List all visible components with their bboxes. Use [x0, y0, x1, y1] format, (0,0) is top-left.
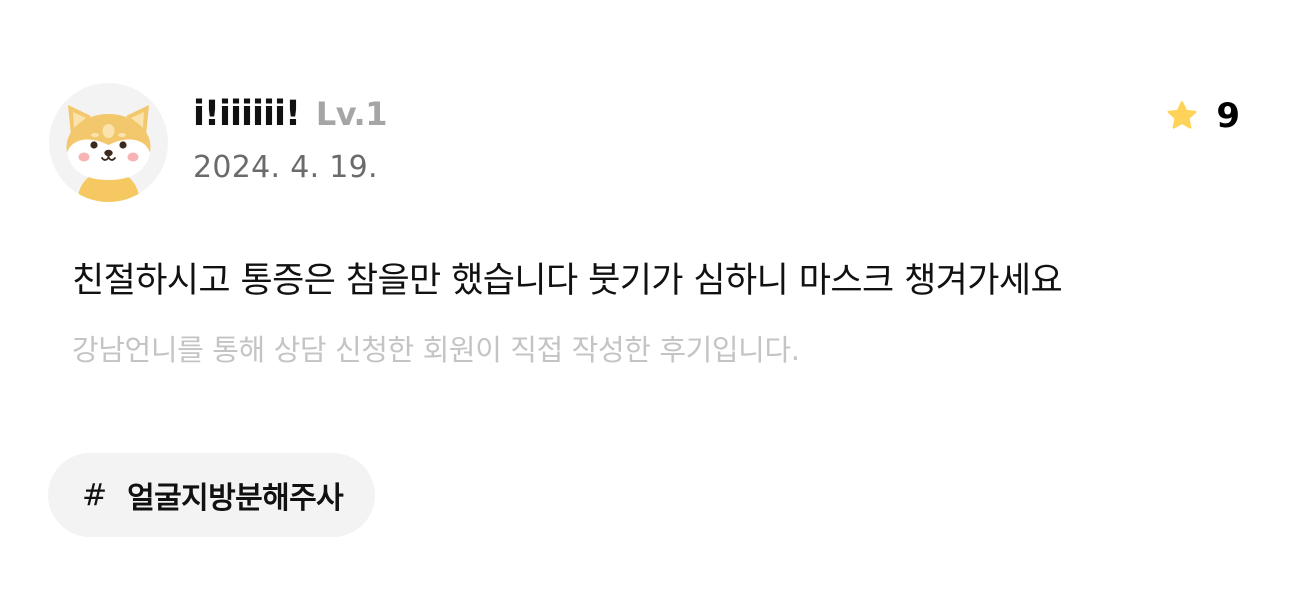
review-date: 2024. 4. 19.: [193, 150, 378, 185]
star-icon: [1167, 101, 1197, 129]
rating-value: 9: [1216, 96, 1240, 136]
user-level-badge: Lv.1: [315, 95, 388, 133]
review-text: 친절하시고 통증은 참을만 했습니다 붓기가 심하니 마스크 챙겨가세요: [72, 261, 1063, 301]
hash-icon: #: [82, 477, 108, 513]
user-avatar[interactable]: [49, 83, 168, 202]
review-card: i!iiiiii! Lv.1 2024. 4. 19. 9 친절하시고 통증은 …: [0, 0, 1290, 602]
username[interactable]: i!iiiiii!: [193, 94, 301, 134]
rating: 9: [1165, 96, 1240, 136]
treatment-tag-chip[interactable]: # 얼굴지방분해주사: [48, 453, 376, 537]
shiba-dog-avatar-icon: [66, 105, 151, 202]
user-name-row: i!iiiiii! Lv.1: [193, 94, 387, 138]
user-meta: i!iiiiii! Lv.1 2024. 4. 19.: [193, 94, 387, 185]
tag-label: 얼굴지방분해주사: [127, 481, 344, 516]
review-disclaimer: 강남언니를 통해 상담 신청한 회원이 직접 작성한 후기입니다.: [72, 333, 800, 367]
